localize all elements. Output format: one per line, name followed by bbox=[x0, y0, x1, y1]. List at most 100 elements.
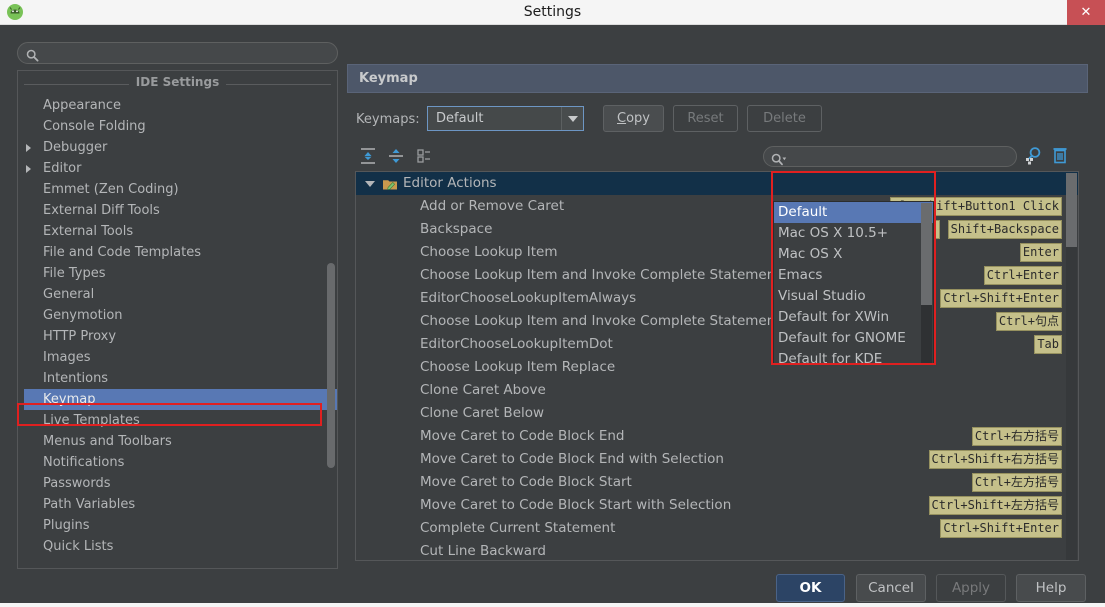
action-row[interactable]: Choose Lookup Item and Invoke Complete S… bbox=[356, 310, 1078, 333]
keymap-option-default-for-xwin[interactable]: Default for XWin bbox=[774, 307, 933, 328]
keymap-option-default-for-kde[interactable]: Default for KDE bbox=[774, 349, 933, 364]
action-group-row[interactable]: Editor Actions bbox=[356, 172, 1078, 195]
chevron-down-icon[interactable] bbox=[561, 107, 583, 130]
sidebar-item-label: Appearance bbox=[43, 98, 121, 113]
keymap-option-default-for-gnome[interactable]: Default for GNOME bbox=[774, 328, 933, 349]
sidebar-item-general[interactable]: General bbox=[18, 284, 337, 305]
expand-all-icon[interactable] bbox=[357, 145, 379, 167]
action-row[interactable]: EditorChooseLookupItemDotTab bbox=[356, 333, 1078, 356]
keymap-select-dropdown[interactable]: DefaultMac OS X 10.5+Mac OS XEmacsVisual… bbox=[773, 201, 934, 364]
action-shortcuts: Ctrl+Shift+Enter bbox=[940, 519, 1062, 538]
shortcut-filter-box[interactable] bbox=[763, 146, 1017, 167]
action-shortcuts: Enter bbox=[1020, 243, 1062, 262]
sidebar-item-intentions[interactable]: Intentions bbox=[18, 368, 337, 389]
sidebar-item-appearance[interactable]: Appearance bbox=[18, 95, 337, 116]
action-tree-scrollbar-thumb[interactable] bbox=[1066, 173, 1077, 247]
sidebar-item-editor[interactable]: Editor bbox=[18, 158, 337, 179]
settings-category-tree[interactable]: IDE Settings AppearanceConsole FoldingDe… bbox=[17, 70, 338, 569]
action-shortcuts: Ctrl+Enter bbox=[984, 266, 1062, 285]
action-label: Choose Lookup Item Replace bbox=[420, 356, 615, 379]
help-button[interactable]: Help bbox=[1016, 574, 1086, 602]
keymap-option-mac-os-x-10-5[interactable]: Mac OS X 10.5+ bbox=[774, 223, 933, 244]
apply-button[interactable]: Apply bbox=[936, 574, 1006, 602]
close-icon[interactable]: ✕ bbox=[1067, 0, 1105, 25]
sidebar-item-path-variables[interactable]: Path Variables bbox=[18, 494, 337, 515]
action-row[interactable]: Move Caret to Code Block Start with Sele… bbox=[356, 494, 1078, 517]
cancel-button[interactable]: Cancel bbox=[856, 574, 926, 602]
sidebar-item-notifications[interactable]: Notifications bbox=[18, 452, 337, 473]
sidebar-item-external-tools[interactable]: External Tools bbox=[18, 221, 337, 242]
keymap-panel: Keymaps: Default Copy Reset Delete bbox=[347, 93, 1088, 569]
sidebar-item-console-folding[interactable]: Console Folding bbox=[18, 116, 337, 137]
sidebar-item-external-diff-tools[interactable]: External Diff Tools bbox=[18, 200, 337, 221]
keymap-option-default[interactable]: Default bbox=[774, 202, 933, 223]
action-row[interactable]: Choose Lookup ItemEnter bbox=[356, 241, 1078, 264]
trash-icon[interactable] bbox=[1049, 144, 1071, 166]
keymap-option-mac-os-x[interactable]: Mac OS X bbox=[774, 244, 933, 265]
delete-button[interactable]: Delete bbox=[747, 105, 822, 132]
sidebar-item-plugins[interactable]: Plugins bbox=[18, 515, 337, 536]
keymap-action-tree[interactable]: Editor Actions Add or Remove CaretAlt+Sh… bbox=[355, 171, 1079, 561]
sidebar-item-menus-and-toolbars[interactable]: Menus and Toolbars bbox=[18, 431, 337, 452]
sidebar-scrollbar-thumb[interactable] bbox=[327, 263, 335, 468]
keymap-toolbar bbox=[347, 141, 1088, 171]
sidebar-item-images[interactable]: Images bbox=[18, 347, 337, 368]
window-titlebar: Settings ✕ bbox=[0, 0, 1105, 25]
search-icon bbox=[26, 47, 39, 60]
find-by-shortcut-icon[interactable] bbox=[1023, 144, 1045, 166]
action-row[interactable]: Clone Caret Below bbox=[356, 402, 1078, 425]
action-row[interactable]: Cut Line Backward bbox=[356, 540, 1078, 561]
sidebar-item-quick-lists[interactable]: Quick Lists bbox=[18, 536, 337, 557]
action-label: Clone Caret Below bbox=[420, 402, 544, 425]
sidebar-item-live-templates[interactable]: Live Templates bbox=[18, 410, 337, 431]
action-row[interactable]: Clone Caret Above bbox=[356, 379, 1078, 402]
keymap-select[interactable]: Default bbox=[427, 106, 584, 131]
sidebar-item-label: Editor bbox=[43, 161, 81, 176]
sidebar-item-label: File and Code Templates bbox=[43, 245, 201, 260]
divider-right bbox=[226, 84, 331, 85]
sidebar-item-keymap[interactable]: Keymap bbox=[24, 389, 337, 410]
action-row[interactable]: EditorChooseLookupItemAlwaysCtrl+Shift+E… bbox=[356, 287, 1078, 310]
sidebar-item-passwords[interactable]: Passwords bbox=[18, 473, 337, 494]
sidebar-item-label: Debugger bbox=[43, 140, 107, 155]
shortcut-filter-input[interactable] bbox=[792, 148, 1010, 165]
sidebar-item-http-proxy[interactable]: HTTP Proxy bbox=[18, 326, 337, 347]
action-row[interactable]: Choose Lookup Item Replace bbox=[356, 356, 1078, 379]
sidebar-item-label: Emmet (Zen Coding) bbox=[43, 182, 179, 197]
chevron-down-icon[interactable] bbox=[365, 181, 375, 187]
action-shortcuts: Ctrl+句点 bbox=[996, 312, 1062, 331]
sidebar-item-genymotion[interactable]: Genymotion bbox=[18, 305, 337, 326]
action-row[interactable]: BackspaceBackspaceShift+Backspace bbox=[356, 218, 1078, 241]
reset-button[interactable]: Reset bbox=[673, 105, 738, 132]
settings-search-input[interactable] bbox=[44, 44, 330, 62]
sidebar-item-debugger[interactable]: Debugger bbox=[18, 137, 337, 158]
sidebar-item-label: Passwords bbox=[43, 476, 111, 491]
action-row[interactable]: Choose Lookup Item and Invoke Complete S… bbox=[356, 264, 1078, 287]
copy-button[interactable]: Copy bbox=[603, 105, 664, 132]
sidebar-item-label: External Tools bbox=[43, 224, 133, 239]
edit-shortcut-icon[interactable] bbox=[413, 145, 435, 167]
action-row[interactable]: Complete Current StatementCtrl+Shift+Ent… bbox=[356, 517, 1078, 540]
sidebar-item-label: Menus and Toolbars bbox=[43, 434, 172, 449]
action-label: Cut Line Backward bbox=[420, 540, 546, 561]
sidebar-item-emmet-zen-coding[interactable]: Emmet (Zen Coding) bbox=[18, 179, 337, 200]
sidebar-item-label: Images bbox=[43, 350, 91, 365]
ok-button[interactable]: OK bbox=[776, 574, 845, 602]
keymap-option-visual-studio[interactable]: Visual Studio bbox=[774, 286, 933, 307]
sidebar-item-file-types[interactable]: File Types bbox=[18, 263, 337, 284]
action-row[interactable]: Move Caret to Code Block End with Select… bbox=[356, 448, 1078, 471]
action-label: Move Caret to Code Block Start with Sele… bbox=[420, 494, 731, 517]
action-row[interactable]: Move Caret to Code Block StartCtrl+左方括号 bbox=[356, 471, 1078, 494]
chevron-right-icon[interactable] bbox=[26, 165, 31, 173]
action-row[interactable]: Add or Remove CaretAlt+Shift+Button1 Cli… bbox=[356, 195, 1078, 218]
sidebar-item-label: Intentions bbox=[43, 371, 108, 386]
dropdown-scrollbar-thumb[interactable] bbox=[921, 203, 932, 305]
chevron-right-icon[interactable] bbox=[26, 144, 31, 152]
dialog-bottom-strip bbox=[0, 603, 1105, 607]
settings-search-box[interactable] bbox=[17, 42, 338, 64]
collapse-all-icon[interactable] bbox=[385, 145, 407, 167]
action-row[interactable]: Move Caret to Code Block EndCtrl+右方括号 bbox=[356, 425, 1078, 448]
keymap-option-emacs[interactable]: Emacs bbox=[774, 265, 933, 286]
sidebar-item-file-and-code-templates[interactable]: File and Code Templates bbox=[18, 242, 337, 263]
right-panel-title: Keymap bbox=[359, 71, 418, 86]
